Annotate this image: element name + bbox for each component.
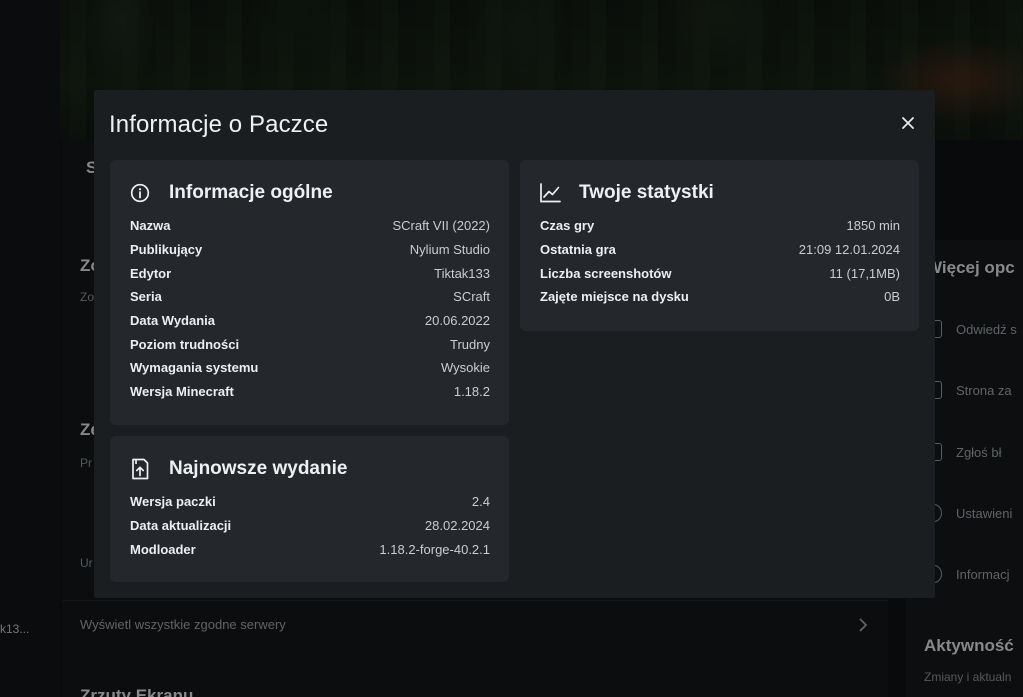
close-icon [902, 117, 914, 129]
info-row: Zajęte miejsce na dysku 0B [540, 289, 900, 305]
line-chart-icon [539, 182, 561, 204]
general-info-list: Nazwa SCraft VII (2022) Publikujący Nylium… [130, 214, 490, 404]
card-header: Najnowsze wydanie [129, 458, 347, 480]
info-row: Poziom trudności Trudny [130, 336, 490, 352]
info-row: Ostatnia gra 21:09 12.01.2024 [540, 242, 900, 258]
close-button[interactable] [897, 112, 919, 134]
latest-release-list: Wersja paczki 2.4 Data aktualizacji 28.02.… [130, 490, 490, 561]
latest-release-card: Najnowsze wydanie Wersja paczki 2.4 Data … [110, 436, 509, 582]
info-row: Czas gry 1850 min [540, 218, 900, 234]
card-title: Twoje statystki [579, 182, 714, 203]
card-header: Twoje statystki [539, 182, 714, 204]
pack-info-dialog: Informacje o Paczce Informacje ogólne Na… [94, 90, 935, 598]
dialog-title: Informacje o Paczce [109, 111, 329, 138]
general-info-card: Informacje ogólne Nazwa SCraft VII (2022)… [110, 160, 509, 425]
info-row: Publikujący Nylium Studio [130, 242, 490, 258]
info-row: Wersja Minecraft 1.18.2 [130, 384, 490, 400]
card-title: Najnowsze wydanie [169, 458, 348, 479]
info-row: Data Wydania 20.06.2022 [130, 313, 490, 329]
info-row: Data aktualizacji 28.02.2024 [130, 518, 490, 534]
stats-list: Czas gry 1850 min Ostatnia gra 21:09 12.01… [540, 214, 900, 309]
info-row: Modloader 1.18.2-forge-40.2.1 [130, 541, 490, 557]
stats-card: Twoje statystki Czas gry 1850 min Ostatni… [520, 160, 919, 331]
info-row: Edytor Tiktak133 [130, 265, 490, 281]
card-title: Informacje ogólne [169, 182, 333, 203]
info-row: Liczba screenshotów 11 (17,1MB) [540, 265, 900, 281]
info-circle-icon [129, 182, 151, 204]
package-upload-icon [129, 458, 151, 480]
info-row: Nazwa SCraft VII (2022) [130, 218, 490, 234]
info-row: Seria SCraft [130, 289, 490, 305]
info-row: Wymagania systemu Wysokie [130, 360, 490, 376]
card-header: Informacje ogólne [129, 182, 333, 204]
info-row: Wersja paczki 2.4 [130, 494, 490, 510]
